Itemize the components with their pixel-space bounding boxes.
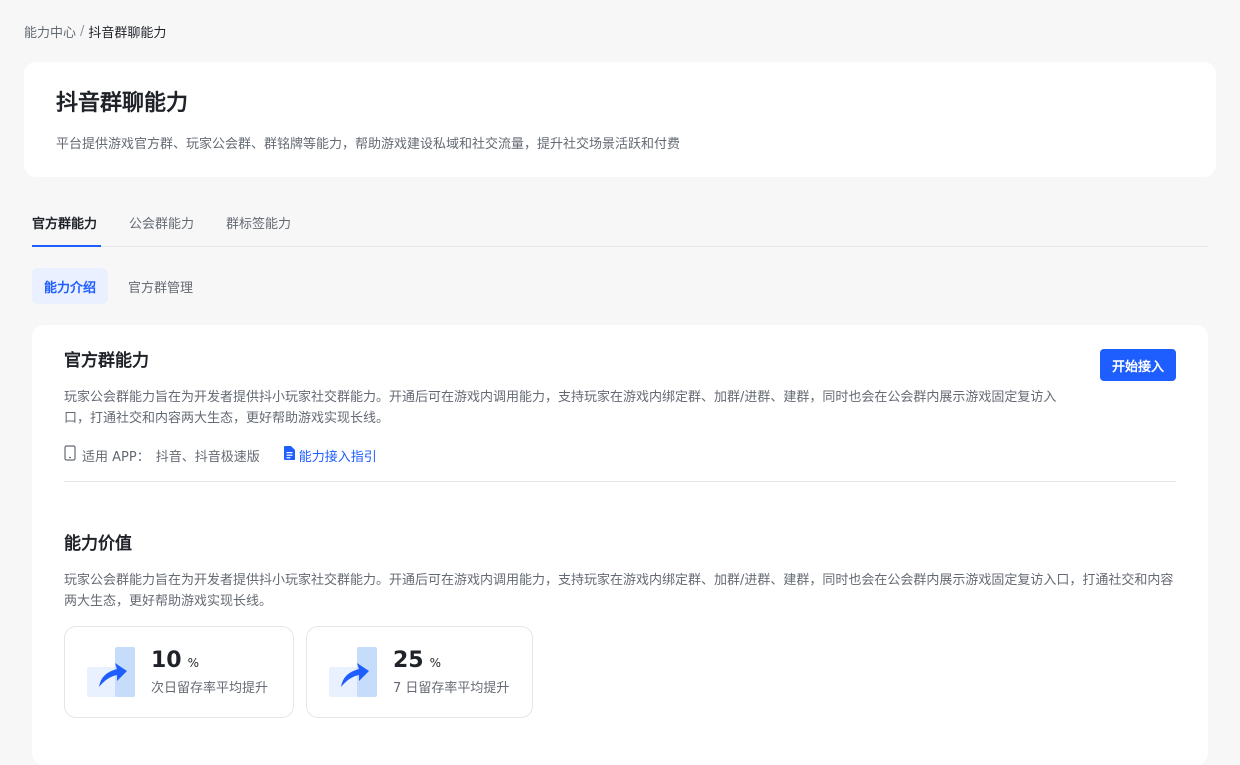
start-integration-button[interactable]: 开始接入 (1099, 349, 1176, 381)
breadcrumb: 能力中心 / 抖音群聊能力 (24, 22, 166, 41)
stats-row: 10 % 次日留存率平均提升 25 % 7 日留存率平均提升 (64, 626, 1176, 718)
stat-label: 7 日留存率平均提升 (393, 681, 510, 696)
sub-tabs: 能力介绍 官方群管理 (32, 268, 213, 304)
stat-body: 25 % 7 日留存率平均提升 (393, 648, 509, 696)
app-info: 适用 APP： 抖音、抖音极速版 (64, 445, 260, 465)
page-description: 平台提供游戏官方群、玩家公会群、群铭牌等能力，帮助游戏建设私域和社交流量，提升社… (56, 137, 681, 152)
stat-card: 25 % 7 日留存率平均提升 (306, 626, 533, 718)
page-title: 抖音群聊能力 (56, 91, 189, 116)
trend-up-icon (329, 647, 377, 697)
tab-official-group[interactable]: 官方群能力 (32, 198, 102, 247)
stat-card: 10 % 次日留存率平均提升 (64, 626, 294, 718)
stat-unit: % (429, 656, 442, 670)
stat-value: 10 % (151, 648, 268, 673)
hero-card: 抖音群聊能力 平台提供游戏官方群、玩家公会群、群铭牌等能力，帮助游戏建设私域和社… (24, 62, 1216, 177)
intro-title: 官方群能力 (64, 351, 149, 371)
breadcrumb-separator: / (80, 24, 85, 39)
breadcrumb-parent[interactable]: 能力中心 (24, 22, 76, 41)
stat-unit: % (187, 656, 200, 670)
integration-guide-link[interactable]: 能力接入指引 (283, 446, 377, 465)
stat-value: 25 % (393, 648, 509, 673)
value-description: 玩家公会群能力旨在为开发者提供抖小玩家社交群能力。开通后可在游戏内调用能力，支持… (64, 573, 1174, 609)
subtab-official-group-manage[interactable]: 官方群管理 (116, 268, 205, 304)
stat-number: 25 (393, 648, 424, 673)
stat-number: 10 (151, 648, 182, 673)
stat-label: 次日留存率平均提升 (151, 681, 269, 696)
subtab-intro[interactable]: 能力介绍 (32, 268, 109, 304)
app-label: 适用 APP： (82, 449, 150, 465)
divider (64, 481, 1176, 482)
app-value: 抖音、抖音极速版 (155, 449, 260, 465)
document-icon (283, 446, 295, 464)
capability-tabs: 官方群能力 公会群能力 群标签能力 (32, 198, 1208, 247)
value-title: 能力价值 (64, 534, 132, 554)
trend-up-icon (87, 647, 135, 697)
phone-icon (64, 445, 76, 465)
tab-group-tag[interactable]: 群标签能力 (226, 198, 291, 246)
guide-link-text: 能力接入指引 (298, 449, 377, 465)
breadcrumb-current: 抖音群聊能力 (88, 26, 167, 41)
meta-row: 适用 APP： 抖音、抖音极速版 能力接入指引 (64, 445, 1176, 465)
intro-description: 玩家公会群能力旨在为开发者提供抖小玩家社交群能力。开通后可在游戏内调用能力，支持… (64, 390, 1057, 426)
tab-guild-group[interactable]: 公会群能力 (129, 198, 194, 246)
stat-body: 10 % 次日留存率平均提升 (151, 648, 268, 696)
content-card: 官方群能力 开始接入 玩家公会群能力旨在为开发者提供抖小玩家社交群能力。开通后可… (32, 325, 1208, 765)
